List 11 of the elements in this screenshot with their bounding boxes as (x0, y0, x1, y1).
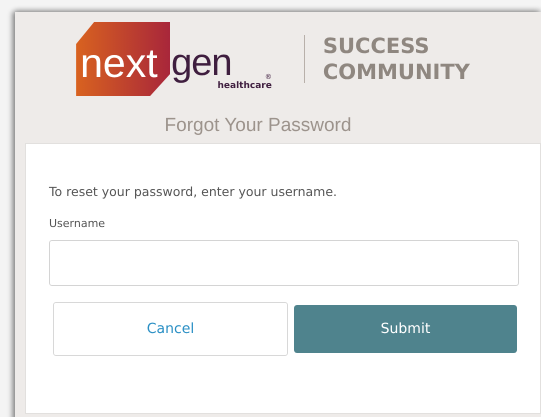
community-title: COMMUNITY (322, 59, 470, 85)
logo-tagline: healthcare (218, 81, 272, 91)
field-label: Username (49, 217, 106, 230)
username-field[interactable] (49, 240, 519, 286)
logo-text: gen (171, 44, 232, 82)
page-title: Forgot Your Password (164, 115, 352, 137)
cancel-button[interactable]: Cancel (53, 302, 288, 356)
submit-button[interactable]: Submit (294, 305, 517, 353)
instruction-text: To reset your password, enter your username. (49, 184, 338, 199)
community-title: SUCCESS (322, 33, 431, 59)
logo-text: next (76, 22, 170, 96)
